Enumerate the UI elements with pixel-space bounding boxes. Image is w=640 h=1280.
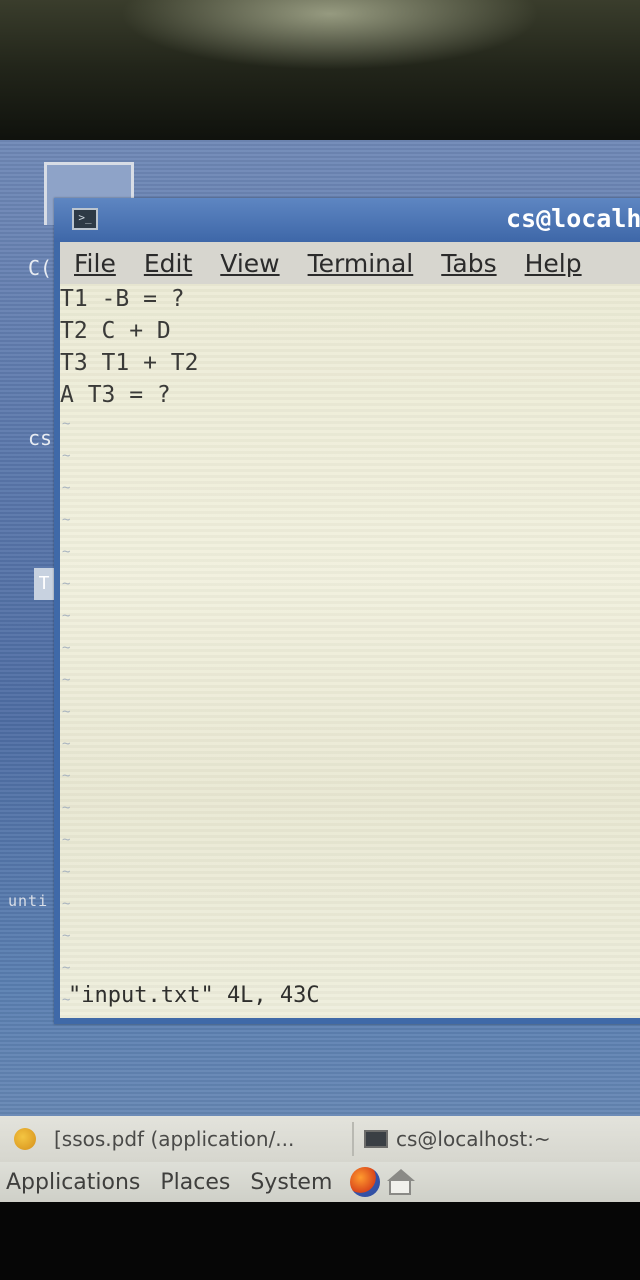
empty-line-marker: ~ xyxy=(62,800,71,816)
empty-line-marker: ~ xyxy=(62,640,71,656)
background-window-text: C( xyxy=(28,256,53,280)
taskbar: [ssos.pdf (application/... cs@localhost:… xyxy=(0,1116,640,1162)
taskbar-item-label: cs@localhost:~ xyxy=(396,1127,551,1151)
empty-line-marker: ~ xyxy=(62,896,71,912)
window-title: cs@localh xyxy=(506,204,640,233)
editor-line: T1 -B = ? xyxy=(60,286,185,312)
taskbar-item-label: [ssos.pdf (application/... xyxy=(54,1127,295,1151)
empty-line-marker: ~ xyxy=(62,864,71,880)
empty-line-marker: ~ xyxy=(62,960,71,976)
home-icon[interactable] xyxy=(386,1167,416,1197)
background-window-item[interactable]: T xyxy=(34,568,54,600)
menu-edit-label: Edit xyxy=(143,248,193,278)
menu-system[interactable]: System xyxy=(240,1170,342,1195)
menu-help-label: Help xyxy=(524,248,582,278)
taskbar-item-terminal[interactable]: cs@localhost:~ xyxy=(352,1122,551,1156)
empty-line-marker: ~ xyxy=(62,512,71,528)
menu-view-label: View xyxy=(220,248,280,278)
menu-file[interactable]: File xyxy=(60,249,130,278)
menu-tabs[interactable]: Tabs xyxy=(427,249,510,278)
empty-line-marker: ~ xyxy=(62,480,71,496)
empty-line-marker: ~ xyxy=(62,928,71,944)
menu-terminal-label: Terminal xyxy=(307,248,414,278)
desktop: C( cs T unti >_ cs@localh File Edit View… xyxy=(0,140,640,1200)
menu-help[interactable]: Help xyxy=(511,249,596,278)
menu-applications[interactable]: Applications xyxy=(0,1170,150,1195)
empty-line-marker: ~ xyxy=(62,608,71,624)
monitor-bezel xyxy=(0,1202,640,1280)
title-bar[interactable]: >_ cs@localh xyxy=(54,198,640,242)
menu-terminal[interactable]: Terminal xyxy=(294,249,428,278)
terminal-content[interactable]: T1 -B = ? T2 C + D T3 T1 + T2 A T3 = ? ~… xyxy=(60,284,640,1018)
terminal-icon: >_ xyxy=(72,208,98,230)
editor-line: T3 T1 + T2 xyxy=(60,350,199,376)
menu-places[interactable]: Places xyxy=(150,1170,240,1195)
editor-line: T2 C + D xyxy=(60,318,171,344)
empty-line-marker: ~ xyxy=(62,576,71,592)
top-panel-menus: Applications Places System xyxy=(0,1162,640,1202)
menu-view[interactable]: View xyxy=(206,249,293,278)
empty-line-marker: ~ xyxy=(62,544,71,560)
empty-line-marker: ~ xyxy=(62,672,71,688)
empty-line-marker: ~ xyxy=(62,704,71,720)
background-window-text: cs xyxy=(28,426,53,450)
empty-line-marker: ~ xyxy=(62,448,71,464)
firefox-icon[interactable] xyxy=(350,1167,381,1197)
empty-line-marker: ~ xyxy=(62,768,71,784)
empty-line-marker: ~ xyxy=(62,832,71,848)
menu-edit[interactable]: Edit xyxy=(130,249,206,278)
background-window-text: unti xyxy=(8,892,49,910)
screen-glare xyxy=(120,0,540,70)
taskbar-item-pdf[interactable]: [ssos.pdf (application/... xyxy=(14,1122,294,1156)
menu-file-label: File xyxy=(74,248,116,278)
editor-status-line: "input.txt" 4L, 43C xyxy=(68,983,320,1008)
menu-tabs-label: Tabs xyxy=(441,248,497,278)
editor-line: A T3 = ? xyxy=(60,382,171,408)
terminal-window[interactable]: >_ cs@localh File Edit View Terminal Tab… xyxy=(54,198,640,1024)
terminal-icon xyxy=(364,1130,388,1148)
empty-line-marker: ~ xyxy=(62,416,71,432)
empty-line-marker: ~ xyxy=(62,736,71,752)
menu-bar: File Edit View Terminal Tabs Help xyxy=(60,242,640,284)
monitor-surroundings xyxy=(0,0,640,150)
pdf-viewer-icon xyxy=(14,1128,36,1150)
